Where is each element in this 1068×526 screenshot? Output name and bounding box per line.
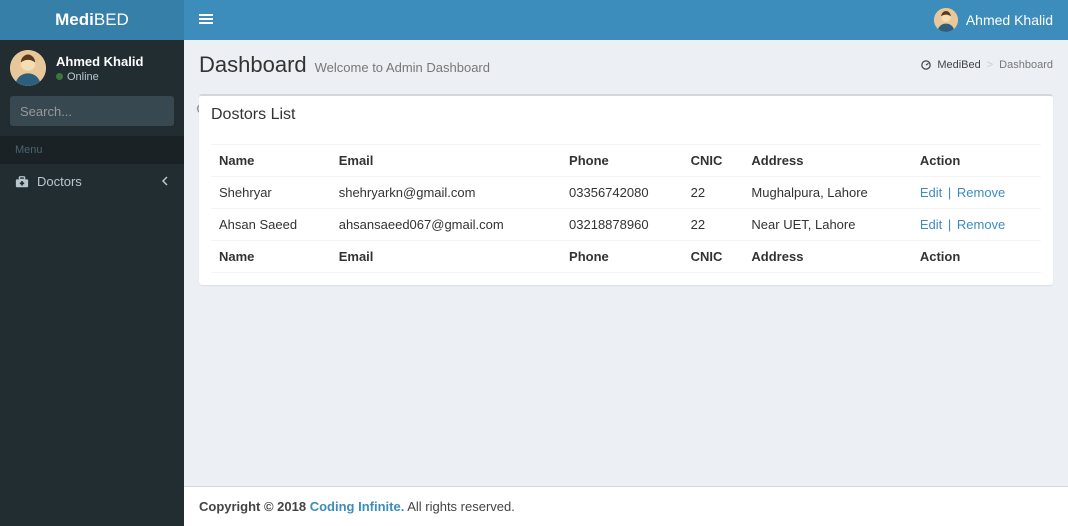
footer-suffix: All rights reserved. xyxy=(404,499,515,514)
breadcrumb-current: Dashboard xyxy=(999,59,1053,71)
sidebar: Ahmed Khalid Online Menu Doctors xyxy=(0,0,184,526)
col-phone: Phone xyxy=(561,145,683,177)
foot-name: Name xyxy=(211,241,331,273)
cell-email: ahsansaeed067@gmail.com xyxy=(331,209,561,241)
cell-address: Near UET, Lahore xyxy=(743,209,911,241)
cell-name: Shehryar xyxy=(211,177,331,209)
table-row: Shehryarshehryarkn@gmail.com033567420802… xyxy=(211,177,1041,209)
user-menu-button[interactable]: Ahmed Khalid xyxy=(934,8,1053,32)
footer-copyright: Copyright © 2018 xyxy=(199,499,310,514)
sidebar-item-label: Doctors xyxy=(37,174,82,189)
page-subtitle: Welcome to Admin Dashboard xyxy=(315,60,490,75)
col-email: Email xyxy=(331,145,561,177)
header-user-name: Ahmed Khalid xyxy=(966,12,1053,28)
sidebar-item-doctors[interactable]: Doctors xyxy=(0,164,184,199)
chevron-left-icon xyxy=(161,174,169,189)
remove-link[interactable]: Remove xyxy=(957,217,1005,232)
search-input[interactable] xyxy=(20,104,196,119)
col-cnic: CNIC xyxy=(683,145,744,177)
panel-title: Dostors List xyxy=(211,106,1041,124)
cell-name: Ahsan Saeed xyxy=(211,209,331,241)
doctors-panel: Dostors List Name Email Phone CNIC Addre… xyxy=(199,94,1053,285)
col-action: Action xyxy=(912,145,1041,177)
brand-text-bold: Medi xyxy=(55,10,94,29)
menu-section-header: Menu xyxy=(0,136,184,164)
breadcrumb: MediBed > Dashboard xyxy=(921,59,1053,71)
content-header: Dashboard Welcome to Admin Dashboard Med… xyxy=(184,40,1068,84)
online-dot-icon xyxy=(56,73,63,80)
cell-cnic: 22 xyxy=(683,177,744,209)
breadcrumb-separator: > xyxy=(987,59,993,71)
table-row: Ahsan Saeedahsansaeed067@gmail.com032188… xyxy=(211,209,1041,241)
dashboard-icon xyxy=(921,60,931,70)
footer: Copyright © 2018 Coding Infinite. All ri… xyxy=(184,486,1068,526)
cell-email: shehryarkn@gmail.com xyxy=(331,177,561,209)
foot-cnic: CNIC xyxy=(683,241,744,273)
cell-action: Edit | Remove xyxy=(912,209,1041,241)
foot-address: Address xyxy=(743,241,911,273)
bars-icon xyxy=(199,12,213,26)
action-separator: | xyxy=(942,185,957,200)
sidebar-search xyxy=(10,96,174,126)
col-address: Address xyxy=(743,145,911,177)
foot-phone: Phone xyxy=(561,241,683,273)
action-separator: | xyxy=(942,217,957,232)
doctors-table: Name Email Phone CNIC Address Action She… xyxy=(211,144,1041,273)
col-name: Name xyxy=(211,145,331,177)
edit-link[interactable]: Edit xyxy=(920,217,942,232)
sidebar-toggle-button[interactable] xyxy=(199,12,213,29)
sidebar-user-panel: Ahmed Khalid Online xyxy=(0,40,184,96)
brand-logo[interactable]: MediBED xyxy=(0,0,184,40)
breadcrumb-root-link[interactable]: MediBed xyxy=(937,59,980,71)
remove-link[interactable]: Remove xyxy=(957,185,1005,200)
brand-text-light: BED xyxy=(94,10,129,29)
footer-link[interactable]: Coding Infinite. xyxy=(310,499,405,514)
cell-phone: 03218878960 xyxy=(561,209,683,241)
main-header: MediBED Ahmed Khalid xyxy=(0,0,1068,40)
content-wrapper: Dashboard Welcome to Admin Dashboard Med… xyxy=(184,0,1068,526)
sidebar-user-name: Ahmed Khalid xyxy=(56,54,143,69)
cell-action: Edit | Remove xyxy=(912,177,1041,209)
sidebar-user-status: Online xyxy=(56,71,143,83)
avatar xyxy=(10,50,46,86)
foot-email: Email xyxy=(331,241,561,273)
avatar xyxy=(934,8,958,32)
cell-cnic: 22 xyxy=(683,209,744,241)
edit-link[interactable]: Edit xyxy=(920,185,942,200)
top-navbar: Ahmed Khalid xyxy=(184,0,1068,40)
foot-action: Action xyxy=(912,241,1041,273)
cell-address: Mughalpura, Lahore xyxy=(743,177,911,209)
cell-phone: 03356742080 xyxy=(561,177,683,209)
briefcase-medical-icon xyxy=(15,175,29,189)
page-title: Dashboard Welcome to Admin Dashboard xyxy=(199,52,490,78)
